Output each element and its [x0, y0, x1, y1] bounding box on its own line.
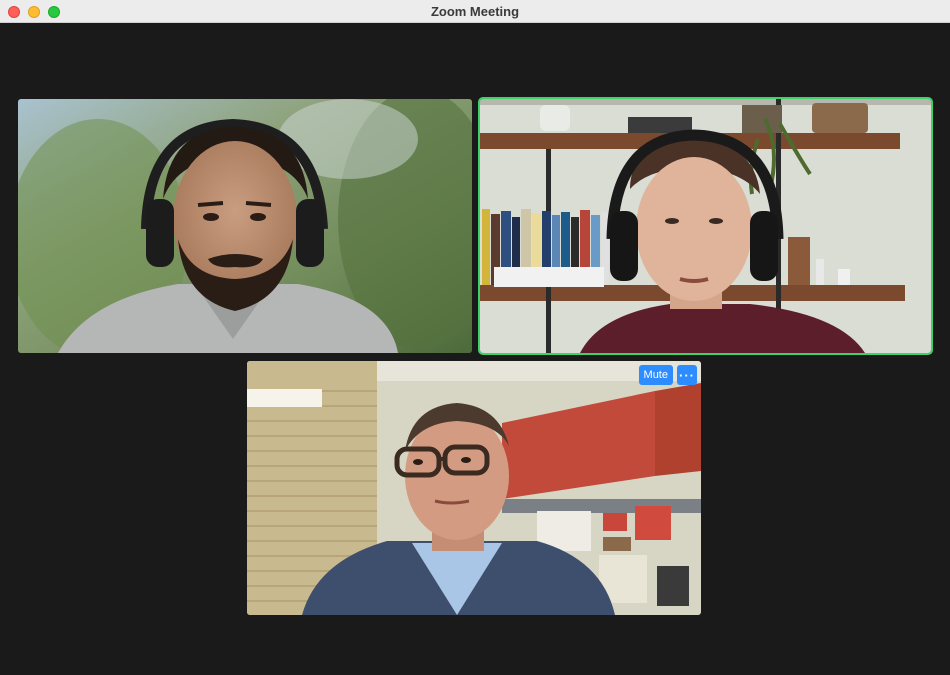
more-options-button[interactable]: ··· — [677, 365, 697, 385]
zoom-window: Zoom Meeting Mute ··· — [0, 0, 950, 675]
title-bar[interactable]: Zoom Meeting — [0, 0, 950, 23]
participant-video-feed — [247, 361, 701, 615]
tile-hover-controls: Mute ··· — [638, 365, 697, 385]
participant-video-feed — [18, 99, 472, 353]
participant-video-tile[interactable]: Mute ··· — [247, 361, 701, 615]
mute-participant-button[interactable]: Mute — [638, 365, 673, 385]
video-gallery: Mute ··· — [0, 23, 950, 675]
ellipsis-icon: ··· — [679, 367, 695, 383]
window-title: Zoom Meeting — [430, 4, 520, 19]
participant-video-tile[interactable] — [18, 99, 472, 353]
participant-video-tile-active-speaker[interactable] — [478, 97, 933, 355]
participant-video-feed — [480, 99, 931, 353]
